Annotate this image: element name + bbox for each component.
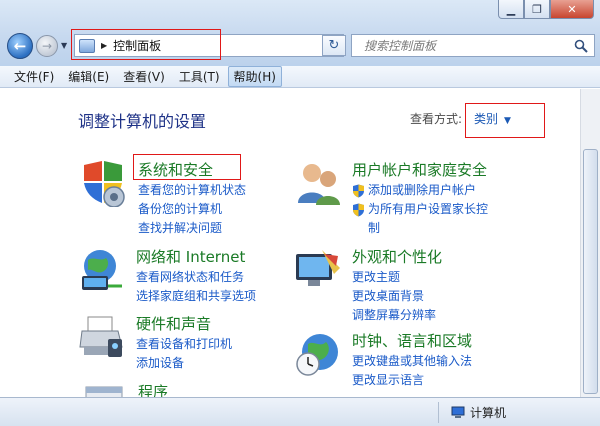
category-title[interactable]: 网络和 Internet bbox=[136, 246, 245, 267]
status-bar: 计算机 bbox=[0, 397, 600, 426]
category-links: 更改键盘或其他输入法 更改显示语言 bbox=[352, 352, 472, 390]
address-highlight-box bbox=[71, 29, 221, 60]
status-divider bbox=[438, 402, 439, 423]
category-links: 查看网络状态和任务 选择家庭组和共享选项 bbox=[136, 268, 256, 306]
link-display-language[interactable]: 更改显示语言 bbox=[352, 371, 472, 390]
users-icon[interactable] bbox=[294, 159, 342, 207]
search-icon[interactable] bbox=[574, 39, 588, 53]
window-titlebar: ▁ ❐ ✕ ← → ▼ ▶ 控制面板 ▼ ↻ 搜索控制面板 bbox=[0, 0, 600, 66]
category-links: 添加或删除用户帐户 为所有用户设置家长控制 bbox=[352, 181, 497, 238]
system-security-highlight-box bbox=[133, 154, 241, 180]
category-title[interactable]: 时钟、语言和区域 bbox=[352, 330, 472, 351]
link-change-keyboard[interactable]: 更改键盘或其他输入法 bbox=[352, 352, 472, 371]
link-change-theme[interactable]: 更改主题 bbox=[352, 268, 436, 287]
menu-bar: 文件(F) 编辑(E) 查看(V) 工具(T) 帮助(H) bbox=[0, 66, 600, 88]
vertical-scrollbar[interactable] bbox=[580, 89, 600, 397]
link-parental-controls[interactable]: 为所有用户设置家长控制 bbox=[352, 200, 497, 238]
computer-icon bbox=[451, 406, 465, 418]
category-links: 查看您的计算机状态 备份您的计算机 查找并解决问题 bbox=[138, 181, 246, 238]
minimize-button[interactable]: ▁ bbox=[498, 0, 524, 19]
category-title[interactable]: 程序 bbox=[138, 381, 168, 397]
link-add-device[interactable]: 添加设备 bbox=[136, 354, 232, 373]
menu-view[interactable]: 查看(V) bbox=[117, 66, 171, 87]
category-title[interactable]: 用户帐户和家庭安全 bbox=[352, 159, 487, 180]
monitor-appearance-icon[interactable] bbox=[294, 246, 342, 294]
link-screen-resolution[interactable]: 调整屏幕分辨率 bbox=[352, 306, 436, 325]
page-title: 调整计算机的设置 bbox=[78, 112, 207, 131]
control-panel-content: 调整计算机的设置 查看方式: 类别 ▼ 系统和安全 查看您的计算机状态 备份您的计… bbox=[0, 89, 580, 397]
forward-button[interactable]: → bbox=[36, 35, 58, 57]
menu-file[interactable]: 文件(F) bbox=[8, 66, 60, 87]
menu-tools[interactable]: 工具(T) bbox=[173, 66, 226, 87]
uac-shield-icon bbox=[353, 203, 364, 217]
clock-globe-icon[interactable] bbox=[294, 330, 342, 378]
category-links: 更改主题 更改桌面背景 调整屏幕分辨率 bbox=[352, 268, 436, 325]
link-find-fix-problems[interactable]: 查找并解决问题 bbox=[138, 219, 246, 238]
minimize-icon: ▁ bbox=[506, 2, 516, 16]
link-add-remove-accounts[interactable]: 添加或删除用户帐户 bbox=[352, 181, 497, 200]
restore-icon: ❐ bbox=[532, 2, 542, 16]
search-box[interactable]: 搜索控制面板 bbox=[351, 34, 595, 57]
programs-icon[interactable] bbox=[80, 381, 128, 397]
link-network-status[interactable]: 查看网络状态和任务 bbox=[136, 268, 256, 287]
status-location: 计算机 bbox=[451, 404, 506, 421]
category-title[interactable]: 外观和个性化 bbox=[352, 246, 442, 267]
window-controls: ▁ ❐ ✕ bbox=[498, 0, 594, 20]
link-desktop-background[interactable]: 更改桌面背景 bbox=[352, 287, 436, 306]
link-label[interactable]: 为所有用户设置家长控制 bbox=[368, 202, 488, 235]
menu-help[interactable]: 帮助(H) bbox=[227, 66, 282, 87]
refresh-icon: ↻ bbox=[328, 38, 340, 53]
view-by-highlight-box bbox=[465, 103, 545, 138]
shield-system-icon[interactable] bbox=[80, 159, 128, 207]
close-icon: ✕ bbox=[567, 2, 577, 16]
scrollbar-thumb[interactable] bbox=[583, 149, 598, 394]
uac-shield-icon bbox=[353, 184, 364, 198]
view-by-label: 查看方式: bbox=[410, 112, 463, 126]
category-title[interactable]: 硬件和声音 bbox=[136, 313, 211, 334]
network-icon[interactable] bbox=[78, 246, 126, 294]
recent-pages-dropdown[interactable]: ▼ bbox=[61, 41, 67, 50]
search-input[interactable]: 搜索控制面板 bbox=[364, 37, 436, 54]
refresh-button[interactable]: ↻ bbox=[322, 35, 346, 56]
back-button[interactable]: ← bbox=[7, 33, 33, 59]
link-view-computer-status[interactable]: 查看您的计算机状态 bbox=[138, 181, 246, 200]
forward-arrow-icon: → bbox=[41, 39, 53, 53]
back-arrow-icon: ← bbox=[13, 37, 27, 55]
restore-button[interactable]: ❐ bbox=[524, 0, 550, 19]
link-label[interactable]: 添加或删除用户帐户 bbox=[368, 183, 476, 197]
printer-icon[interactable] bbox=[78, 313, 126, 361]
category-links: 查看设备和打印机 添加设备 bbox=[136, 335, 232, 373]
link-backup-computer[interactable]: 备份您的计算机 bbox=[138, 200, 246, 219]
menu-edit[interactable]: 编辑(E) bbox=[62, 66, 115, 87]
close-button[interactable]: ✕ bbox=[550, 0, 594, 19]
status-location-label: 计算机 bbox=[470, 406, 507, 420]
link-homegroup-sharing[interactable]: 选择家庭组和共享选项 bbox=[136, 287, 256, 306]
link-devices-printers[interactable]: 查看设备和打印机 bbox=[136, 335, 232, 354]
